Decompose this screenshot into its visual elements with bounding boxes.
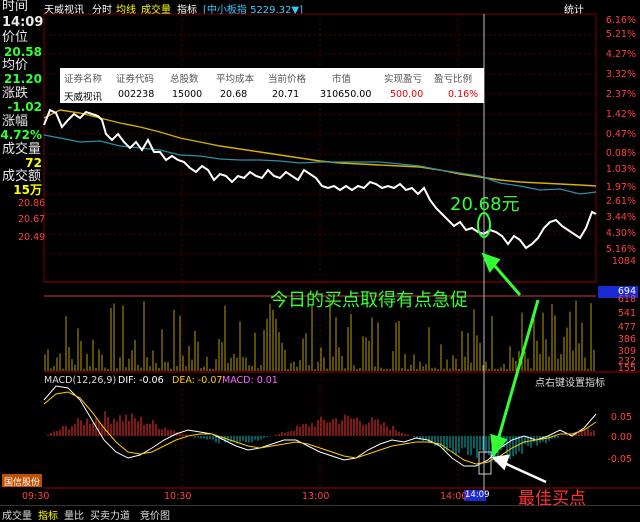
macd-dif: DIF: -0.06 xyxy=(118,375,164,386)
logo: 国信股份 xyxy=(4,478,41,488)
bottom-tab-indicator[interactable]: 指标 xyxy=(38,507,58,522)
bottom-tab-auction[interactable]: 竞价图 xyxy=(140,507,170,522)
axis-label: 3.44% xyxy=(605,212,636,223)
holdings-header: 平均成本 xyxy=(216,74,255,85)
axis-label: 1.42% xyxy=(605,109,636,120)
volume-axis-label: 1084 xyxy=(611,256,636,267)
holdings-header: 实现盈亏 xyxy=(384,74,423,85)
price-annotation: 20.68元 xyxy=(450,194,520,215)
axis-label: 4.30% xyxy=(605,228,636,239)
left-axis-label: 20.49 xyxy=(18,232,46,243)
axis-label: 5.16% xyxy=(605,244,636,255)
axis-label: 0.47% xyxy=(605,129,636,140)
holdings-header: 市值 xyxy=(332,74,352,85)
axis-label: 2.37% xyxy=(605,89,636,100)
axis-label: 0.08% xyxy=(605,148,636,159)
time-axis-label: 10:30 xyxy=(164,491,192,502)
left-axis-label: 20.86 xyxy=(18,198,46,209)
holdings-header: 总股数 xyxy=(170,74,199,85)
holdings-cell: 15000 xyxy=(172,89,203,100)
time-axis-label: 13:00 xyxy=(302,491,330,502)
holdings-cell-profit: 500.00 xyxy=(390,89,424,100)
volume-axis-label: 477 xyxy=(617,322,636,333)
cursor-time-label: 14:09 xyxy=(465,490,490,500)
axis-label: 1.03% xyxy=(605,164,636,175)
volume-axis-label: 386 xyxy=(617,334,636,345)
holdings-header: 盈亏比例 xyxy=(434,74,473,85)
best-buy-arrow xyxy=(491,454,547,484)
macd-axis-label: 0.05 xyxy=(610,412,632,423)
holdings-header: 证券名称 xyxy=(64,74,103,85)
buy-annotation: 今日的买点取得有点急促 xyxy=(270,290,468,311)
bottom-tab-ratio[interactable]: 量比 xyxy=(64,507,84,522)
holdings-cell: 002238 xyxy=(118,89,155,100)
volume-axis-label: 155 xyxy=(617,363,636,374)
left-axis-label: 20.67 xyxy=(18,214,46,225)
axis-label: 4.27% xyxy=(605,49,636,60)
macd-settings[interactable]: 点右键设置指标 xyxy=(535,374,605,389)
holdings-cell: 20.71 xyxy=(272,89,300,100)
axis-label: 6.16% xyxy=(605,15,636,26)
axis-label: 5.21% xyxy=(605,29,636,40)
holdings-cell: 310650.00 xyxy=(320,89,372,100)
bottom-tab-bar: 成交量 指标 量比 买卖力道 竞价图 xyxy=(0,505,640,522)
arrow-to-price xyxy=(492,264,522,296)
holdings-header: 当前价格 xyxy=(268,74,307,85)
holdings-table: 证券名称 证券代码 总股数 平均成本 当前价格 市值 实现盈亏 盈亏比例 天威视… xyxy=(60,68,484,103)
holdings-header: 证券代码 xyxy=(116,74,155,85)
volume-axis-label: 618 xyxy=(617,294,636,305)
time-axis-label: 09:30 xyxy=(22,491,50,502)
holdings-cell-ratio: 0.16% xyxy=(448,89,479,100)
macd-dea: DEA: -0.07 xyxy=(172,375,223,386)
axis-label: 1.97% xyxy=(605,182,636,193)
holdings-cell: 20.68 xyxy=(220,89,248,100)
bottom-tab-volume[interactable]: 成交量 xyxy=(2,507,32,522)
macd-axis-label: -0.05 xyxy=(607,454,632,465)
axis-label: 3.32% xyxy=(605,69,636,80)
bottom-tab-force[interactable]: 买卖力道 xyxy=(90,507,130,522)
macd-value: MACD: 0.01 xyxy=(222,375,278,386)
macd-label: MACD(12,26,9) xyxy=(44,375,117,386)
macd-axis-label: 0.00 xyxy=(610,432,632,443)
holdings-cell: 天威视讯 xyxy=(64,92,103,103)
volume-axis-label: 541 xyxy=(617,308,636,319)
axis-label: 2.61% xyxy=(605,196,636,207)
time-axis-label: 14:00 xyxy=(440,491,468,502)
